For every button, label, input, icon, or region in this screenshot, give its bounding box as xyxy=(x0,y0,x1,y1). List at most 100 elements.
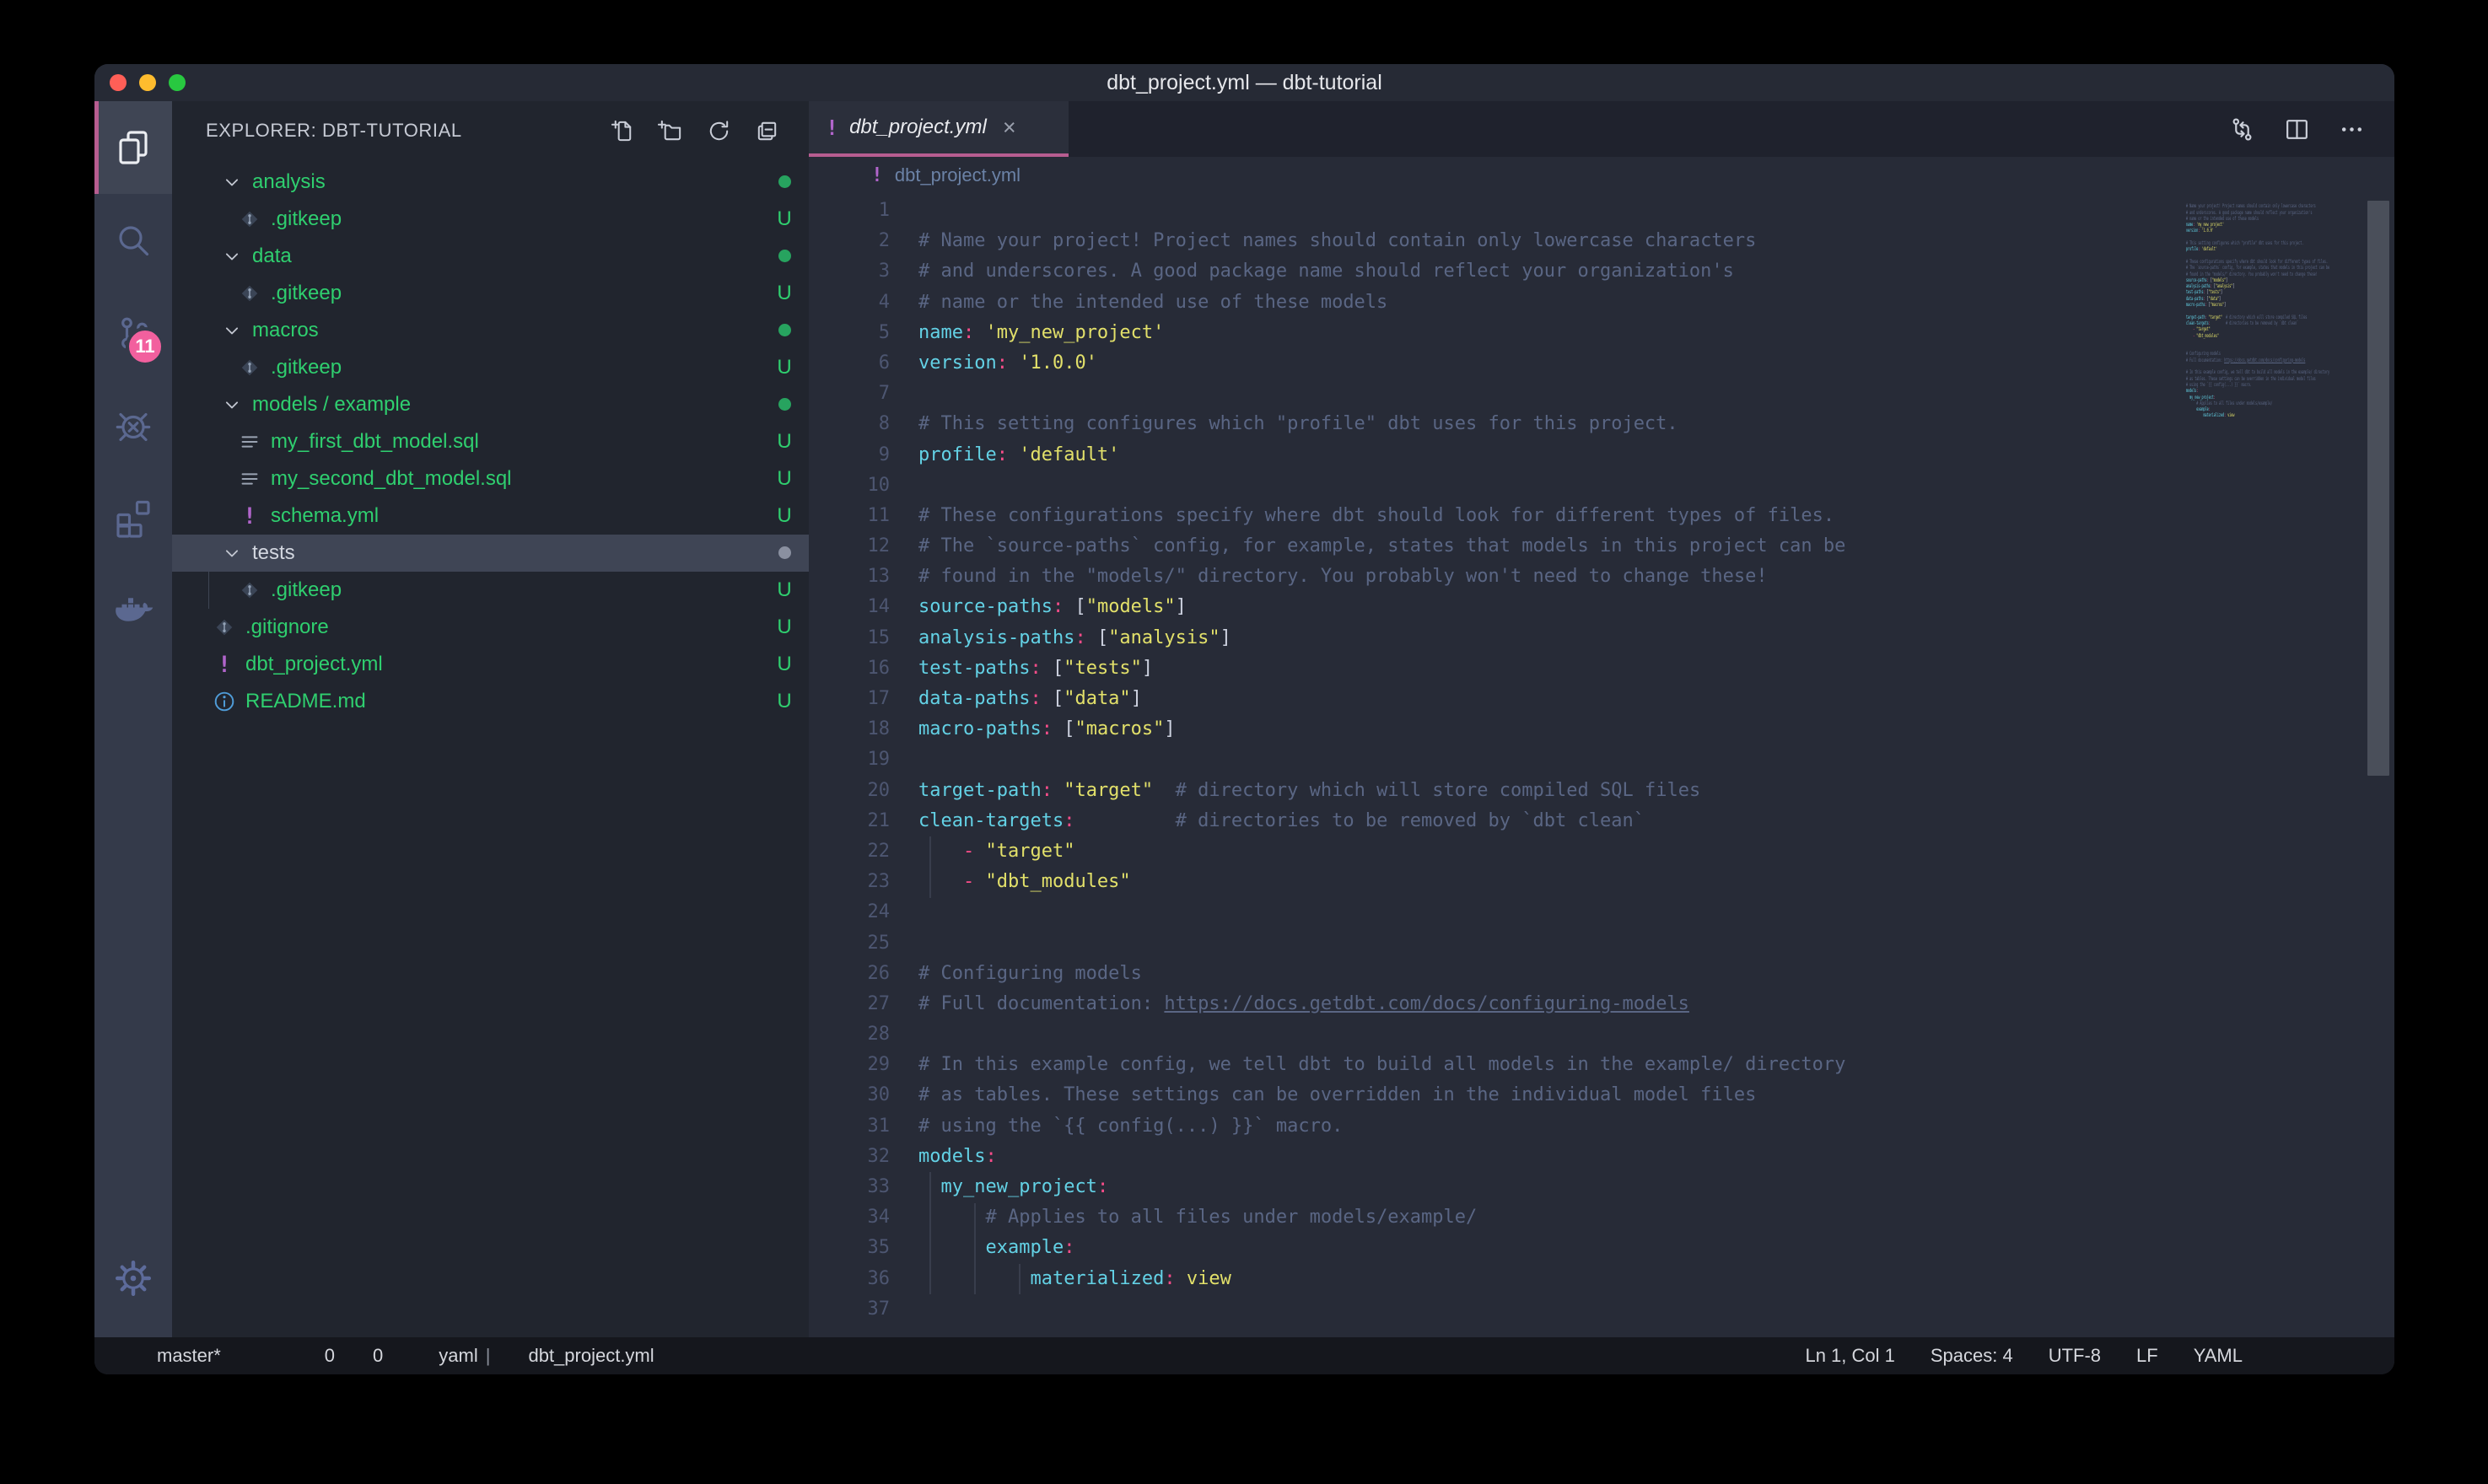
sql-icon xyxy=(237,429,262,454)
git-untracked-badge: U xyxy=(773,578,795,602)
tree-file-gitkeep[interactable]: .gitkeepU xyxy=(172,349,809,386)
git-untracked-badge: U xyxy=(773,653,795,676)
tree-file-my-first-dbt-model-sql[interactable]: my_first_dbt_model.sqlU xyxy=(172,423,809,460)
open-changes-icon[interactable] xyxy=(2228,116,2256,143)
title-bar: dbt_project.yml — dbt-tutorial xyxy=(94,64,2394,101)
git-status-dot xyxy=(773,541,795,565)
code-line-10: 10 xyxy=(809,470,2394,501)
indentation[interactable]: Spaces: 4 xyxy=(1931,1345,2013,1367)
code-line-36: 36 materialized: view xyxy=(809,1264,2394,1294)
notifications-bell-icon[interactable] xyxy=(2338,1344,2362,1368)
activity-item-source-control[interactable]: 11 xyxy=(94,287,172,379)
code-line-31: 31# using the `{{ config(...) }}` macro. xyxy=(809,1111,2394,1142)
tree-item-label: README.md xyxy=(245,690,366,713)
indent-guide xyxy=(974,1203,976,1295)
info-icon xyxy=(212,689,237,714)
split-editor-icon[interactable] xyxy=(2283,116,2311,143)
activity-item-docker[interactable] xyxy=(94,565,172,658)
editor-actions xyxy=(2228,101,2394,157)
code-line-16: 16test-paths: ["tests"] xyxy=(809,653,2394,684)
activity-item-debug[interactable] xyxy=(94,379,172,472)
activity-item-extensions[interactable] xyxy=(94,472,172,565)
activity-item-search[interactable] xyxy=(94,194,172,287)
editor-group: ! dbt_project.yml × ! dbt_project.yml 12… xyxy=(809,101,2394,1337)
tree-file-gitkeep[interactable]: .gitkeepU xyxy=(172,201,809,238)
yaml-warning-icon: ! xyxy=(218,652,231,678)
code-line-24: 24 xyxy=(809,897,2394,928)
git-untracked-badge: U xyxy=(773,207,795,231)
code-line-11: 11# These configurations specify where d… xyxy=(809,501,2394,531)
code-line-5: 5name: 'my_new_project' xyxy=(809,318,2394,348)
tab-dbt-project-yml[interactable]: ! dbt_project.yml × xyxy=(809,101,1069,157)
tree-folder-analysis[interactable]: analysis xyxy=(172,164,809,201)
indent-guide xyxy=(1019,1264,1021,1294)
zoom-window-button[interactable] xyxy=(169,74,186,91)
new-file-button[interactable] xyxy=(610,118,636,144)
tree-folder-tests[interactable]: tests xyxy=(172,535,809,572)
new-folder-button[interactable] xyxy=(658,118,684,144)
code-line-26: 26# Configuring models xyxy=(809,959,2394,989)
tree-item-label: .gitkeep xyxy=(271,282,342,305)
git-branch-icon xyxy=(127,1345,149,1368)
file-tree: analysis.gitkeepUdata.gitkeepUmacros.git… xyxy=(172,160,809,720)
code-line-29: 29# In this example config, we tell dbt … xyxy=(809,1050,2394,1080)
tree-folder-data[interactable]: data xyxy=(172,238,809,275)
status-left: master* 0 0 yaml | dbt_project.yml xyxy=(127,1345,654,1368)
breadcrumb[interactable]: ! dbt_project.yml xyxy=(809,157,2394,194)
collapse-folders-button[interactable] xyxy=(754,118,780,144)
tree-file-dbt-project-yml[interactable]: !dbt_project.ymlU xyxy=(172,646,809,683)
indent-guide xyxy=(929,1172,931,1294)
vertical-scrollbar[interactable] xyxy=(2367,201,2389,776)
activity-item-explorer[interactable] xyxy=(94,101,172,194)
tree-item-label: tests xyxy=(252,541,295,565)
refresh-explorer-button[interactable] xyxy=(706,118,732,144)
tree-file-gitkeep[interactable]: .gitkeepU xyxy=(172,572,809,609)
settings-gear-icon xyxy=(113,1258,153,1298)
git-icon xyxy=(237,281,262,306)
tab-close-icon[interactable]: × xyxy=(1003,115,1016,141)
tree-folder-models-example[interactable]: models / example xyxy=(172,386,809,423)
warn-icon: ! xyxy=(212,652,237,677)
window-title: dbt_project.yml — dbt-tutorial xyxy=(94,64,2394,101)
problems-item[interactable]: 0 0 xyxy=(294,1345,384,1368)
tree-folder-macros[interactable]: macros xyxy=(172,312,809,349)
code-line-1: 1 xyxy=(809,196,2394,226)
feedback-smiley-icon[interactable] xyxy=(2278,1344,2302,1368)
outline-language-item[interactable]: yaml | dbt_project.yml xyxy=(408,1345,654,1368)
tree-item-label: models / example xyxy=(252,393,411,417)
minimize-window-button[interactable] xyxy=(139,74,156,91)
minimap[interactable]: # Name your project! Project names shoul… xyxy=(2186,197,2340,1337)
list-icon xyxy=(408,1345,431,1368)
code-line-4: 4# name or the intended use of these mod… xyxy=(809,288,2394,318)
git-status-dot xyxy=(773,170,795,194)
language-mode[interactable]: YAML xyxy=(2194,1345,2243,1367)
code-line-14: 14source-paths: ["models"] xyxy=(809,592,2394,622)
tree-item-label: .gitignore xyxy=(245,616,329,639)
tree-file-readme-md[interactable]: README.mdU xyxy=(172,683,809,720)
eol-sequence[interactable]: LF xyxy=(2136,1345,2158,1367)
tree-file-my-second-dbt-model-sql[interactable]: my_second_dbt_model.sqlU xyxy=(172,460,809,497)
warn-icon: ! xyxy=(237,503,262,529)
tree-file-gitignore[interactable]: .gitignoreU xyxy=(172,609,809,646)
tree-file-gitkeep[interactable]: .gitkeep U xyxy=(172,275,809,312)
git-icon xyxy=(237,578,262,603)
code-line-12: 12# The `source-paths` config, for examp… xyxy=(809,531,2394,562)
manage-button[interactable] xyxy=(94,1258,172,1298)
scm-changes-badge: 11 xyxy=(126,327,164,366)
cursor-position[interactable]: Ln 1, Col 1 xyxy=(1805,1345,1894,1367)
status-bar: master* 0 0 yaml | dbt_project.yml Ln 1,… xyxy=(94,1337,2394,1374)
code-editor[interactable]: 12# Name your project! Project names sho… xyxy=(809,194,2394,1337)
git-branch-item[interactable]: master* xyxy=(127,1345,221,1368)
publish-changes-item[interactable] xyxy=(246,1345,269,1368)
code-line-32: 32models: xyxy=(809,1142,2394,1172)
git-untracked-badge: U xyxy=(773,356,795,379)
code-line-6: 6version: '1.0.0' xyxy=(809,348,2394,379)
code-line-3: 3# and underscores. A good package name … xyxy=(809,256,2394,287)
encoding[interactable]: UTF-8 xyxy=(2049,1345,2101,1367)
tree-file-schema-yml[interactable]: !schema.ymlU xyxy=(172,497,809,535)
warnings-icon xyxy=(342,1345,365,1368)
git-untracked-badge: U xyxy=(773,282,795,305)
code-line-20: 20target-path: "target" # directory whic… xyxy=(809,776,2394,806)
close-window-button[interactable] xyxy=(110,74,127,91)
more-actions-icon[interactable] xyxy=(2338,116,2366,143)
